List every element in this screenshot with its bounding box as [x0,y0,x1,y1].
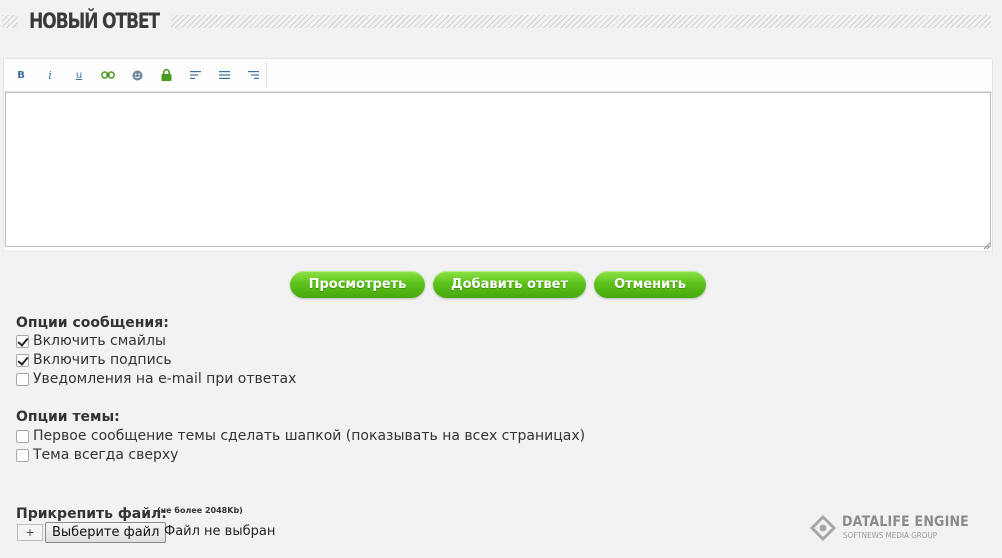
toolbar-group: B i u [8,62,267,88]
align-right-icon[interactable] [240,62,266,88]
bold-icon[interactable]: B [8,62,34,88]
option-label: Тема всегда сверху [33,447,179,463]
lock-icon[interactable] [153,62,179,88]
option-label: Включить подпись [33,352,172,368]
option-label: Первое сообщение темы сделать шапкой (по… [33,428,586,444]
option-pin-first-post: Первое сообщение темы сделать шапкой (по… [16,428,585,444]
resize-handle-icon[interactable] [982,241,991,250]
underline-icon[interactable]: u [66,62,92,88]
no-file-text: Файл не выбран [164,524,276,539]
brand-subtitle: SOFTNEWS MEDIA GROUP [843,531,938,540]
cancel-button[interactable]: Отменить [594,271,706,298]
option-topic-on-top: Тема всегда сверху [16,447,178,463]
editor-toolbar: B i u [4,59,992,92]
brand-name: DATALIFE ENGINE [842,514,969,530]
reply-editor: B i u [3,58,993,252]
smiley-icon[interactable] [124,62,150,88]
email-notify-checkbox[interactable] [16,372,29,386]
message-options-title: Опции сообщения: [16,315,169,331]
message-textarea[interactable] [5,92,991,247]
align-left-icon[interactable] [182,62,208,88]
pin-first-post-checkbox[interactable] [16,429,29,443]
preview-button[interactable]: Просмотреть [290,271,425,298]
page-title: НОВЫЙ ОТВЕТ [29,9,160,33]
attach-size-note: (не более 2048Kb) [157,506,243,515]
add-reply-button[interactable]: Добавить ответ [433,271,586,298]
heading-stripe-right [171,15,991,28]
italic-icon[interactable]: i [37,62,63,88]
signature-checkbox[interactable] [16,353,29,367]
align-center-icon[interactable] [211,62,237,88]
topic-on-top-checkbox[interactable] [16,448,29,462]
option-enable-signature: Включить подпись [16,352,172,368]
topic-options-title: Опции темы: [16,409,120,425]
section-heading: НОВЫЙ ОТВЕТ [0,0,992,46]
option-label: Включить смайлы [33,333,166,349]
smileys-checkbox[interactable] [16,334,29,348]
add-file-button[interactable]: + [17,524,43,541]
option-label: Уведомления на e-mail при ответах [33,371,297,387]
heading-stripe-left [2,15,18,28]
link-icon[interactable] [95,62,121,88]
datalife-logo-icon [810,515,836,541]
choose-file-button[interactable]: Выберите файл [45,522,167,543]
attach-file-label: Прикрепить файл: [16,506,167,522]
option-enable-smileys: Включить смайлы [16,333,166,349]
option-email-notify: Уведомления на e-mail при ответах [16,371,296,387]
